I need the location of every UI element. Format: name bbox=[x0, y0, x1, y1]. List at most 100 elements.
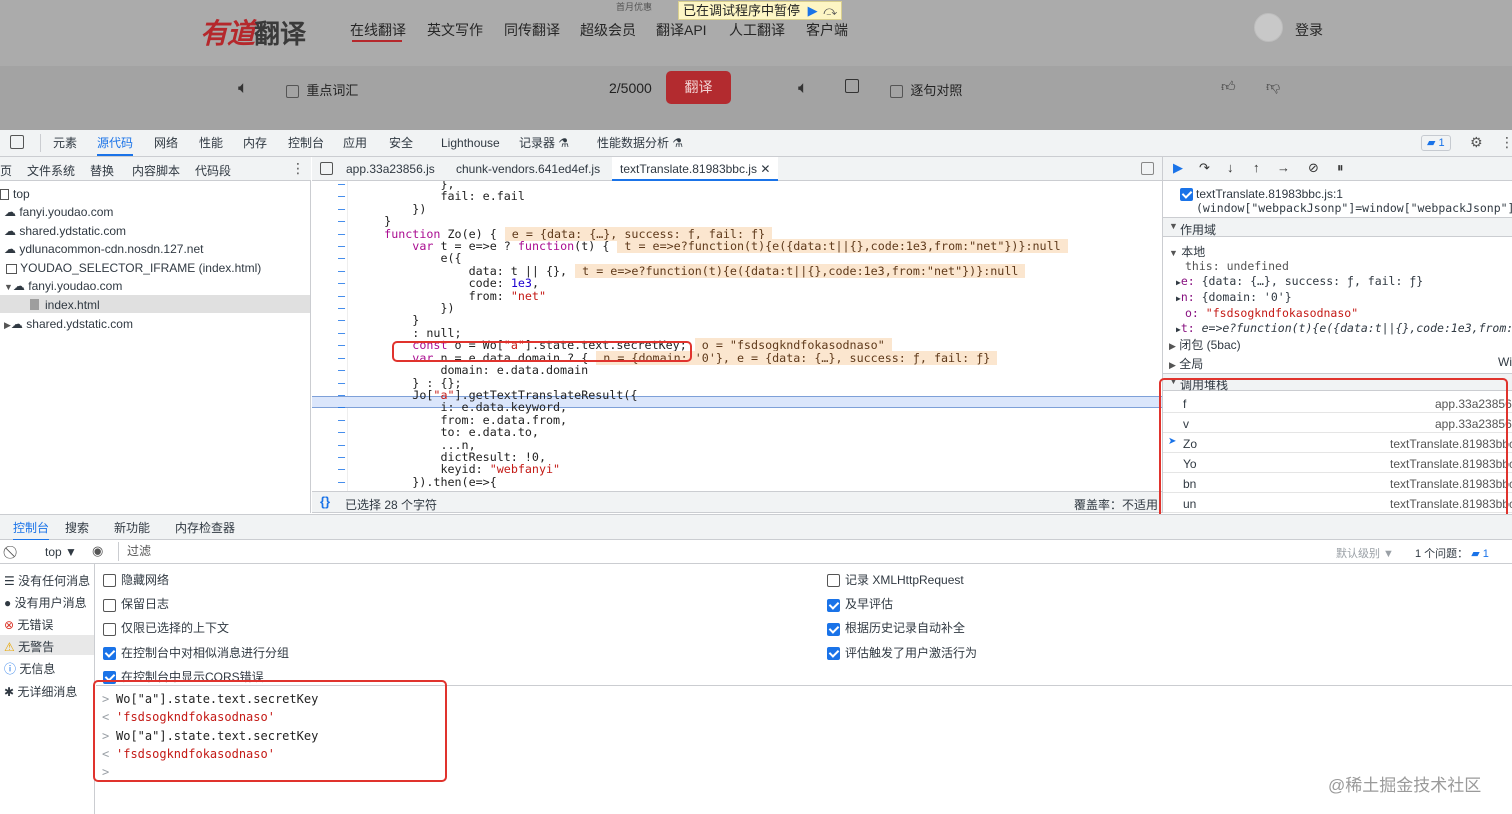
tab-perf-insights[interactable]: 性能数据分析 ⚗ bbox=[597, 130, 683, 156]
live-expression-eye-icon[interactable]: ◉ bbox=[92, 543, 103, 559]
scope-closure[interactable]: ▶ 闭包 (5bac) bbox=[1169, 336, 1241, 353]
context-select[interactable]: top ▼ bbox=[45, 545, 77, 559]
tab-recorder[interactable]: 记录器 ⚗ bbox=[519, 130, 569, 156]
close-icon[interactable]: ✕ bbox=[760, 162, 770, 176]
step-over-icon[interactable]: ↷ bbox=[1199, 160, 1210, 176]
tab-performance[interactable]: 性能 bbox=[199, 130, 223, 156]
filter-all-messages[interactable]: ☰ 没有任何消息 bbox=[4, 572, 90, 589]
scope-var-n[interactable]: ▶n: {domain: '0'} bbox=[1176, 290, 1512, 306]
nav-vip[interactable]: 超级会员 bbox=[580, 20, 636, 40]
tab-application[interactable]: 应用 bbox=[343, 130, 367, 156]
scope-var-this[interactable]: this: undefined bbox=[1185, 259, 1512, 274]
console-setting[interactable]: 评估触发了用户激活行为 bbox=[827, 644, 977, 668]
console-issues[interactable]: 1 个问题： ▰ 1 bbox=[1415, 545, 1489, 561]
gutter-mark[interactable]: – bbox=[338, 463, 345, 476]
gutter-mark[interactable]: – bbox=[338, 364, 345, 377]
scope-global[interactable]: ▶ 全局 bbox=[1169, 355, 1203, 372]
tree-item-iframe[interactable]: YOUDAO_SELECTOR_IFRAME (index.html) bbox=[6, 261, 261, 275]
gutter-mark[interactable]: – bbox=[338, 339, 345, 352]
breakpoint-checkbox-wrap[interactable] bbox=[1180, 187, 1193, 202]
scope-local[interactable]: ▼ 本地 bbox=[1169, 243, 1205, 260]
tab-elements[interactable]: 元素 bbox=[53, 130, 77, 156]
step-into-icon[interactable]: ↓ bbox=[1227, 160, 1234, 175]
filter-input[interactable]: 过滤 bbox=[118, 542, 1158, 561]
file-tab-app[interactable]: app.33a23856.js bbox=[346, 162, 435, 176]
setting-checkbox[interactable] bbox=[827, 598, 840, 612]
scope-var-t[interactable]: ▶t: e=>e?function(t){e({data:t||{},code:… bbox=[1176, 321, 1512, 337]
drawer-tab-console[interactable]: 控制台 bbox=[13, 515, 50, 541]
code-editor[interactable]: }, fail: e.fail }) } function Zo(e) { e … bbox=[312, 181, 1162, 491]
translate-button[interactable]: 翻译 bbox=[666, 71, 731, 104]
gutter-mark[interactable]: – bbox=[338, 401, 345, 414]
setting-checkbox[interactable] bbox=[827, 622, 840, 636]
file-tab-texttranslate[interactable]: textTranslate.81983bbc.js ✕ bbox=[612, 157, 779, 181]
toggle-debugger-icon[interactable] bbox=[1141, 162, 1154, 175]
speaker-icon[interactable]: 🔈︎ bbox=[238, 78, 248, 98]
tree-item-index[interactable]: index.html bbox=[0, 295, 310, 313]
deactivate-breakpoints-icon[interactable]: ⊘ bbox=[1308, 160, 1319, 176]
step-over-icon[interactable]: ⤼ bbox=[823, 3, 837, 18]
nav-writing[interactable]: 英文写作 bbox=[427, 20, 483, 40]
tab-security[interactable]: 安全 bbox=[389, 130, 413, 156]
youdao-logo[interactable]: 有道翻译 bbox=[200, 12, 306, 52]
scope-var-o[interactable]: o: "fsdsogkndfokasodnaso" bbox=[1185, 306, 1512, 321]
log-level-select[interactable]: 默认级别 ▼ bbox=[1336, 545, 1394, 561]
gutter-mark[interactable]: – bbox=[338, 215, 345, 228]
scope-var-e[interactable]: ▶e: {data: {…}, success: ƒ, fail: ƒ} bbox=[1176, 274, 1512, 290]
filter-user-messages[interactable]: ● 没有用户消息 bbox=[4, 594, 87, 611]
console-setting[interactable]: 根据历史记录自动补全 bbox=[827, 619, 977, 643]
tab-network[interactable]: 网络 bbox=[154, 130, 178, 156]
resume-icon[interactable]: ▶︎ bbox=[808, 3, 818, 18]
tree-item-shared[interactable]: ☁ shared.ydstatic.com bbox=[4, 224, 126, 238]
drawer-tab-search[interactable]: 搜索 bbox=[65, 515, 89, 541]
filter-info[interactable]: ⓘ 无信息 bbox=[4, 660, 55, 677]
copy-icon[interactable] bbox=[845, 79, 859, 93]
setting-checkbox[interactable] bbox=[827, 574, 840, 588]
setting-checkbox[interactable] bbox=[827, 646, 840, 660]
console-setting[interactable]: 及早评估 bbox=[827, 595, 977, 619]
nav-client[interactable]: 客户端 bbox=[806, 20, 848, 40]
setting-checkbox[interactable] bbox=[103, 574, 116, 588]
device-toolbar-icon[interactable] bbox=[10, 135, 24, 149]
issues-badge[interactable]: ▰ 1 bbox=[1421, 135, 1451, 151]
nav-human[interactable]: 人工翻译 bbox=[729, 20, 785, 40]
pause-on-exceptions-icon[interactable]: ⏸︎ bbox=[1337, 160, 1344, 176]
scope-header[interactable]: ▼ 作用域 bbox=[1163, 217, 1512, 237]
gutter-mark[interactable]: – bbox=[338, 426, 345, 439]
gutter-mark[interactable]: – bbox=[338, 190, 345, 203]
step-out-icon[interactable]: ↑ bbox=[1253, 160, 1260, 175]
avatar[interactable] bbox=[1254, 13, 1283, 42]
file-tab-vendors[interactable]: chunk-vendors.641ed4ef.js bbox=[456, 162, 600, 176]
nav-tab-overrides[interactable]: 替换 bbox=[90, 162, 114, 179]
setting-checkbox[interactable] bbox=[103, 646, 116, 660]
filter-errors[interactable]: ⊗ 无错误 bbox=[4, 616, 53, 633]
tab-sources[interactable]: 源代码 bbox=[97, 130, 134, 156]
setting-checkbox[interactable] bbox=[103, 598, 116, 612]
tab-lighthouse[interactable]: Lighthouse bbox=[441, 130, 500, 156]
login-link[interactable]: 登录 bbox=[1295, 20, 1323, 40]
tree-item-shared-2[interactable]: ▶☁ shared.ydstatic.com bbox=[4, 317, 133, 331]
drawer-tab-memory-inspector[interactable]: 内存检查器 bbox=[175, 515, 235, 541]
tree-item-top[interactable]: top bbox=[0, 187, 311, 201]
gutter-mark[interactable]: – bbox=[338, 277, 345, 290]
console-setting[interactable]: 仅限已选择的上下文 bbox=[103, 619, 289, 643]
speaker-icon[interactable]: 🔈︎ bbox=[798, 78, 808, 98]
tab-memory[interactable]: 内存 bbox=[243, 130, 267, 156]
step-icon[interactable]: → bbox=[1277, 160, 1290, 175]
nav-tab-page[interactable]: 页 bbox=[0, 162, 12, 179]
drawer-tab-whatsnew[interactable]: 新功能 bbox=[114, 515, 150, 541]
console-setting[interactable]: 保留日志 bbox=[103, 595, 289, 619]
tree-item-ydluna[interactable]: ☁ ydlunacommon-cdn.nosdn.127.net bbox=[4, 242, 203, 256]
sentence-checkbox[interactable] bbox=[890, 85, 903, 99]
setting-checkbox[interactable] bbox=[103, 622, 116, 636]
nav-api[interactable]: 翻译API bbox=[656, 20, 707, 40]
nav-online-translate[interactable]: 在线翻译 bbox=[350, 20, 406, 40]
key-vocab-toggle[interactable]: 重点词汇 bbox=[286, 80, 358, 99]
nav-interpret[interactable]: 同传翻译 bbox=[504, 20, 560, 40]
thumbs-up-icon[interactable]: 👍︎ bbox=[1221, 78, 1236, 95]
pretty-print-icon[interactable]: {} bbox=[320, 494, 330, 509]
gutter-mark[interactable]: – bbox=[338, 252, 345, 265]
more-icon[interactable]: ⋮ bbox=[291, 160, 305, 177]
console-setting[interactable]: 在控制台中对相似消息进行分组 bbox=[103, 644, 289, 668]
key-vocab-checkbox[interactable] bbox=[286, 85, 299, 99]
